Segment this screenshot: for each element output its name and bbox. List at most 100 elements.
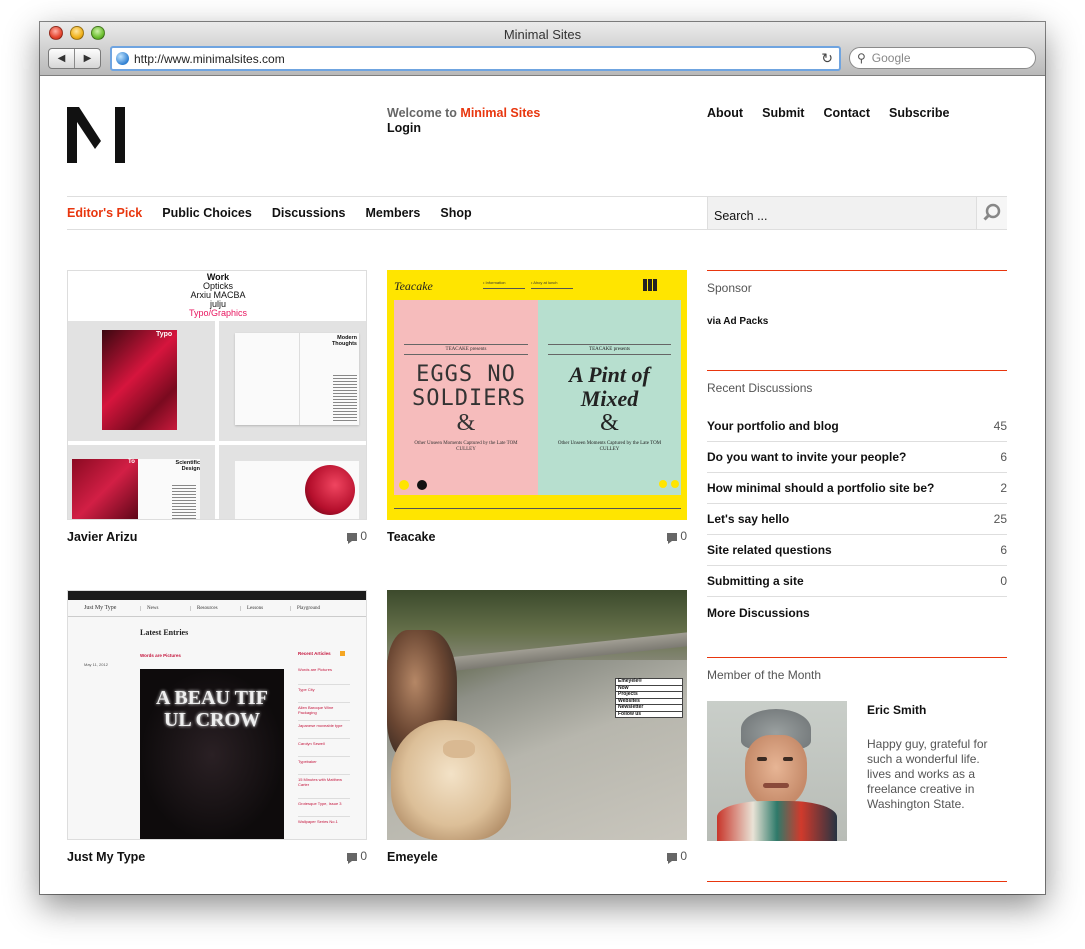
thumb-left-title: EGGS NO SOLDIERS: [412, 362, 526, 411]
comment-count[interactable]: 0: [347, 529, 367, 544]
thumb-article: Words are Pictures: [298, 667, 350, 685]
site-thumbnail[interactable]: Just My Type News Resources Lessons Play…: [67, 590, 367, 840]
web-page: Welcome to Minimal Sites Login About Sub…: [40, 77, 1045, 894]
panel-label: To: [128, 459, 135, 465]
discussion-title[interactable]: Let's say hello: [707, 512, 789, 526]
thumb-article: 15 Minutes with Matthew Carter: [298, 775, 350, 799]
comment-count-value: 0: [680, 529, 687, 543]
reload-icon[interactable]: ↻: [821, 50, 833, 67]
site-search-input[interactable]: Search ...: [707, 197, 1007, 229]
comment-icon: [347, 852, 358, 864]
menu-members[interactable]: Members: [365, 206, 420, 220]
site-card-title[interactable]: Teacake: [387, 530, 435, 544]
discussion-title[interactable]: Your portfolio and blog: [707, 419, 839, 433]
panel-label: Modern Thoughts: [331, 335, 357, 347]
menu-editors-pick[interactable]: Editor's Pick: [67, 206, 142, 220]
member-name[interactable]: Eric Smith: [867, 703, 926, 717]
discussion-item[interactable]: Do you want to invite your people? 6: [707, 442, 1007, 473]
history-buttons: ◀ ▶: [48, 48, 101, 69]
thumb-sidebar-title: Recent Articles: [298, 651, 331, 656]
window-title: Minimal Sites: [503, 27, 582, 42]
more-discussions-row[interactable]: More Discussions: [707, 597, 1007, 628]
member-of-month: Member of the Month Eric Smith Happy guy…: [707, 657, 1007, 887]
magnifier-icon: ⚲: [857, 51, 866, 65]
browser-toolbar: Minimal Sites ◀ ▶ http://www.minimalsite…: [40, 22, 1045, 76]
discussion-item[interactable]: How minimal should a portfolio site be? 2: [707, 473, 1007, 504]
thumb-article: Typebaker: [298, 757, 350, 775]
site-thumbnail[interactable]: Work Opticks Arxiu MACBA julju Typo/Grap…: [67, 270, 367, 520]
discussion-title[interactable]: Site related questions: [707, 543, 832, 557]
nav-subscribe[interactable]: Subscribe: [889, 106, 949, 120]
browser-search-field[interactable]: ⚲ Google: [849, 47, 1036, 69]
thumb-subtitle: Other Unseen Moments Captured by the Lat…: [557, 441, 662, 452]
discussion-count: 25: [993, 512, 1007, 526]
thumb-nav: Lessons: [240, 605, 290, 611]
nav-submit[interactable]: Submit: [762, 106, 804, 120]
member-avatar[interactable]: [707, 701, 847, 841]
comment-icon: [667, 532, 678, 544]
site-card-title[interactable]: Just My Type: [67, 850, 145, 864]
discussion-item[interactable]: Your portfolio and blog 45: [707, 411, 1007, 442]
member-bio: Happy guy, grateful for such a wonderful…: [867, 737, 988, 811]
minimal-sites-logo[interactable]: [67, 107, 127, 163]
thumb-brand: Teacake: [394, 279, 433, 293]
nav-about[interactable]: About: [707, 106, 743, 120]
discussion-title[interactable]: Do you want to invite your people?: [707, 450, 906, 464]
menu-public-choices[interactable]: Public Choices: [162, 206, 252, 220]
site-thumbnail[interactable]: Teacake • Information • Ahoy at lunch TE…: [387, 270, 687, 520]
thumb-brand: Just My Type: [84, 605, 117, 611]
discussion-title[interactable]: Submitting a site: [707, 574, 804, 588]
login-link[interactable]: Login: [387, 121, 540, 136]
comment-count[interactable]: 0: [347, 849, 367, 864]
panel-label: Scientific Design: [175, 460, 200, 472]
site-name-link[interactable]: Minimal Sites: [460, 106, 540, 120]
discussion-count: 6: [1000, 543, 1007, 557]
discussion-count: 6: [1000, 450, 1007, 464]
url-text[interactable]: http://www.minimalsites.com: [134, 52, 821, 66]
site-thumbnail[interactable]: Emeyele® Now Projects Websites Newslette…: [387, 590, 687, 840]
back-button[interactable]: ◀: [49, 49, 74, 68]
thumb-article: Type City: [298, 685, 350, 703]
thumb-poster-text: A BEAU TIF UL CROW: [156, 687, 268, 731]
menu-discussions[interactable]: Discussions: [272, 206, 346, 220]
comment-icon: [347, 532, 358, 544]
site-search-placeholder: Search ...: [714, 209, 768, 223]
thumb-dropdown: • Ahoy at lunch: [531, 280, 573, 289]
ad-packs-link[interactable]: via Ad Packs: [707, 316, 1007, 327]
comment-count-value: 0: [360, 529, 367, 543]
thumb-menu-item: Follow us: [618, 710, 642, 717]
panel-label: Typo: [156, 331, 173, 338]
thumb-post-title: Words are Pictures: [140, 653, 181, 658]
discussion-item[interactable]: Submitting a site 0: [707, 566, 1007, 597]
comment-count[interactable]: 0: [667, 529, 687, 544]
discussion-title[interactable]: How minimal should a portfolio site be?: [707, 481, 934, 495]
discussion-list: Your portfolio and blog 45 Do you want to…: [707, 411, 1007, 628]
discussion-item[interactable]: Let's say hello 25: [707, 504, 1007, 535]
site-card-title[interactable]: Javier Arizu: [67, 530, 137, 544]
thumb-presents: TEACAKE presents: [548, 344, 671, 355]
discussions-heading: Recent Discussions: [707, 370, 1007, 395]
thumb-amp: &: [456, 410, 476, 436]
discussion-item[interactable]: Site related questions 6: [707, 535, 1007, 566]
thumb-article: Carolyn Sewell: [298, 739, 350, 757]
member-heading: Member of the Month: [707, 657, 1007, 682]
site-search-button[interactable]: [976, 197, 1007, 229]
nav-contact[interactable]: Contact: [823, 106, 870, 120]
forward-button[interactable]: ▶: [74, 49, 100, 68]
menu-shop[interactable]: Shop: [440, 206, 471, 220]
thumb-article: Wallpaper Series No.1: [298, 819, 338, 824]
thumb-nav: Resources: [190, 605, 240, 611]
more-discussions-link[interactable]: More Discussions: [707, 606, 810, 620]
site-card-title[interactable]: Emeyele: [387, 850, 438, 864]
browser-window: Minimal Sites ◀ ▶ http://www.minimalsite…: [40, 22, 1045, 894]
thumb-line: Typo/Graphics: [188, 308, 248, 318]
discussion-count: 45: [993, 419, 1007, 433]
sponsor-section: Sponsor via Ad Packs: [707, 270, 1007, 327]
thumb-article: Allen Baroque Wine Packaging: [298, 703, 350, 721]
thumb-date: May 11, 2012: [84, 662, 108, 667]
address-bar[interactable]: http://www.minimalsites.com ↻: [110, 46, 841, 71]
recent-discussions: Recent Discussions Your portfolio and bl…: [707, 370, 1007, 628]
main-menu: Editor's Pick Public Choices Discussions…: [67, 197, 472, 229]
comment-count[interactable]: 0: [667, 849, 687, 864]
discussion-count: 0: [1000, 574, 1007, 588]
